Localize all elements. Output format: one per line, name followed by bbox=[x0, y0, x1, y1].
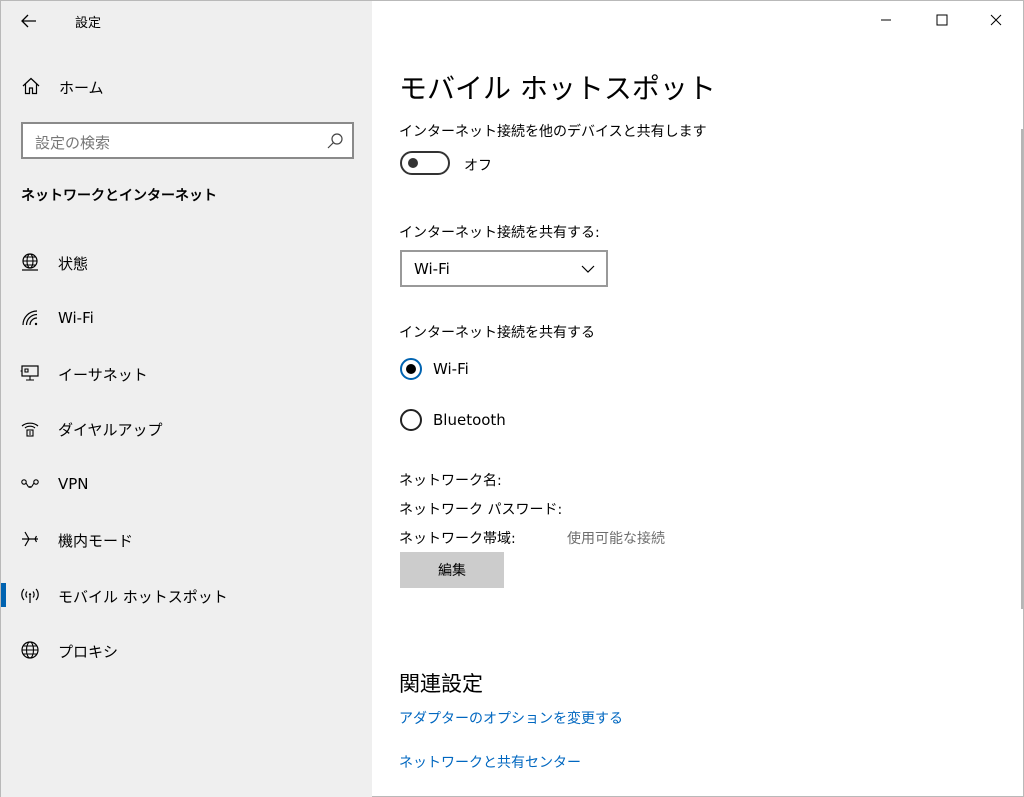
ethernet-icon bbox=[20, 365, 39, 381]
search-box[interactable]: 設定の検索 bbox=[21, 122, 354, 159]
edit-button[interactable]: 編集 bbox=[400, 552, 504, 588]
sidebar-item-dialup[interactable]: ダイヤルアップ bbox=[1, 408, 372, 448]
sidebar-item-label: ダイヤルアップ bbox=[58, 421, 163, 439]
toggle-state-label: オフ bbox=[464, 158, 492, 174]
hotspot-icon bbox=[21, 588, 39, 603]
sidebar-item-label: イーサネット bbox=[58, 366, 148, 384]
sidebar-item-vpn[interactable]: VPN bbox=[1, 464, 372, 504]
home-icon bbox=[22, 77, 40, 95]
radio-bluetooth[interactable]: Bluetooth bbox=[400, 407, 600, 433]
sidebar-item-ethernet[interactable]: イーサネット bbox=[1, 353, 372, 393]
radio-wifi[interactable]: Wi-Fi bbox=[400, 356, 600, 382]
sidebar-item-label: Wi-Fi bbox=[58, 309, 94, 327]
sidebar-item-home[interactable]: ホーム bbox=[1, 67, 372, 105]
wifi-icon bbox=[22, 310, 38, 326]
back-button[interactable] bbox=[11, 5, 47, 37]
share-connection-toggle[interactable] bbox=[400, 151, 450, 175]
radio-circle[interactable] bbox=[400, 409, 422, 431]
sidebar-item-home-label: ホーム bbox=[59, 79, 104, 97]
globe-status-icon bbox=[22, 253, 38, 271]
main-content: モバイル ホットスポット インターネット接続を他のデバイスと共有します オフ イ… bbox=[372, 1, 1024, 797]
back-arrow-icon bbox=[21, 14, 36, 28]
sidebar-item-label: 状態 bbox=[58, 255, 89, 273]
app-title: 設定 bbox=[75, 16, 102, 31]
dialup-icon bbox=[21, 422, 39, 437]
sidebar: 設定 ホーム 設定の検索 ネットワークとインターネット 状態 Wi-Fi イーサ… bbox=[1, 1, 372, 797]
sidebar-section-title: ネットワークとインターネット bbox=[21, 188, 217, 204]
sidebar-item-label: プロキシ bbox=[58, 643, 119, 661]
sidebar-item-wifi[interactable]: Wi-Fi bbox=[1, 298, 372, 338]
search-input[interactable]: 設定の検索 bbox=[35, 132, 110, 153]
share-from-dropdown[interactable]: Wi-Fi bbox=[400, 250, 608, 287]
toggle-knob bbox=[408, 158, 418, 168]
radio-label: Bluetooth bbox=[433, 411, 506, 429]
sidebar-item-label: モバイル ホットスポット bbox=[58, 588, 228, 606]
adapter-options-link[interactable]: アダプターのオプションを変更する bbox=[399, 708, 623, 728]
share-over-label: インターネット接続を共有する bbox=[399, 325, 595, 341]
share-connection-label: インターネット接続を他のデバイスと共有します bbox=[399, 124, 707, 140]
vpn-icon bbox=[21, 479, 39, 488]
chevron-down-icon bbox=[581, 265, 595, 273]
sidebar-item-mobile-hotspot[interactable]: モバイル ホットスポット bbox=[1, 575, 372, 615]
sidebar-item-proxy[interactable]: プロキシ bbox=[1, 630, 372, 670]
related-settings-title: 関連設定 bbox=[399, 672, 483, 696]
network-name-label: ネットワーク名: bbox=[399, 473, 502, 489]
network-sharing-center-link[interactable]: ネットワークと共有センター bbox=[399, 752, 581, 772]
sidebar-item-airplane-mode[interactable]: 機内モード bbox=[1, 519, 372, 559]
radio-circle[interactable] bbox=[400, 358, 422, 380]
selected-indicator bbox=[1, 583, 6, 607]
scrollbar[interactable] bbox=[1021, 129, 1023, 609]
sidebar-item-status[interactable]: 状態 bbox=[1, 242, 372, 282]
sidebar-item-label: 機内モード bbox=[58, 532, 134, 550]
radio-dot bbox=[406, 364, 416, 374]
share-from-label: インターネット接続を共有する: bbox=[399, 225, 600, 241]
page-title: モバイル ホットスポット bbox=[399, 72, 716, 105]
proxy-globe-icon bbox=[21, 641, 39, 659]
airplane-icon bbox=[22, 531, 38, 547]
share-from-value: Wi-Fi bbox=[414, 260, 450, 278]
network-password-label: ネットワーク パスワード: bbox=[399, 502, 563, 518]
network-band-label: ネットワーク帯域: bbox=[399, 531, 516, 547]
radio-label: Wi-Fi bbox=[433, 360, 469, 378]
title-bar: 設定 bbox=[1, 1, 372, 41]
settings-window: 設定 ホーム 設定の検索 ネットワークとインターネット 状態 Wi-Fi イーサ… bbox=[0, 0, 1024, 797]
sidebar-item-label: VPN bbox=[58, 475, 89, 493]
search-icon[interactable] bbox=[326, 132, 344, 150]
network-band-value: 使用可能な接続 bbox=[567, 531, 665, 547]
